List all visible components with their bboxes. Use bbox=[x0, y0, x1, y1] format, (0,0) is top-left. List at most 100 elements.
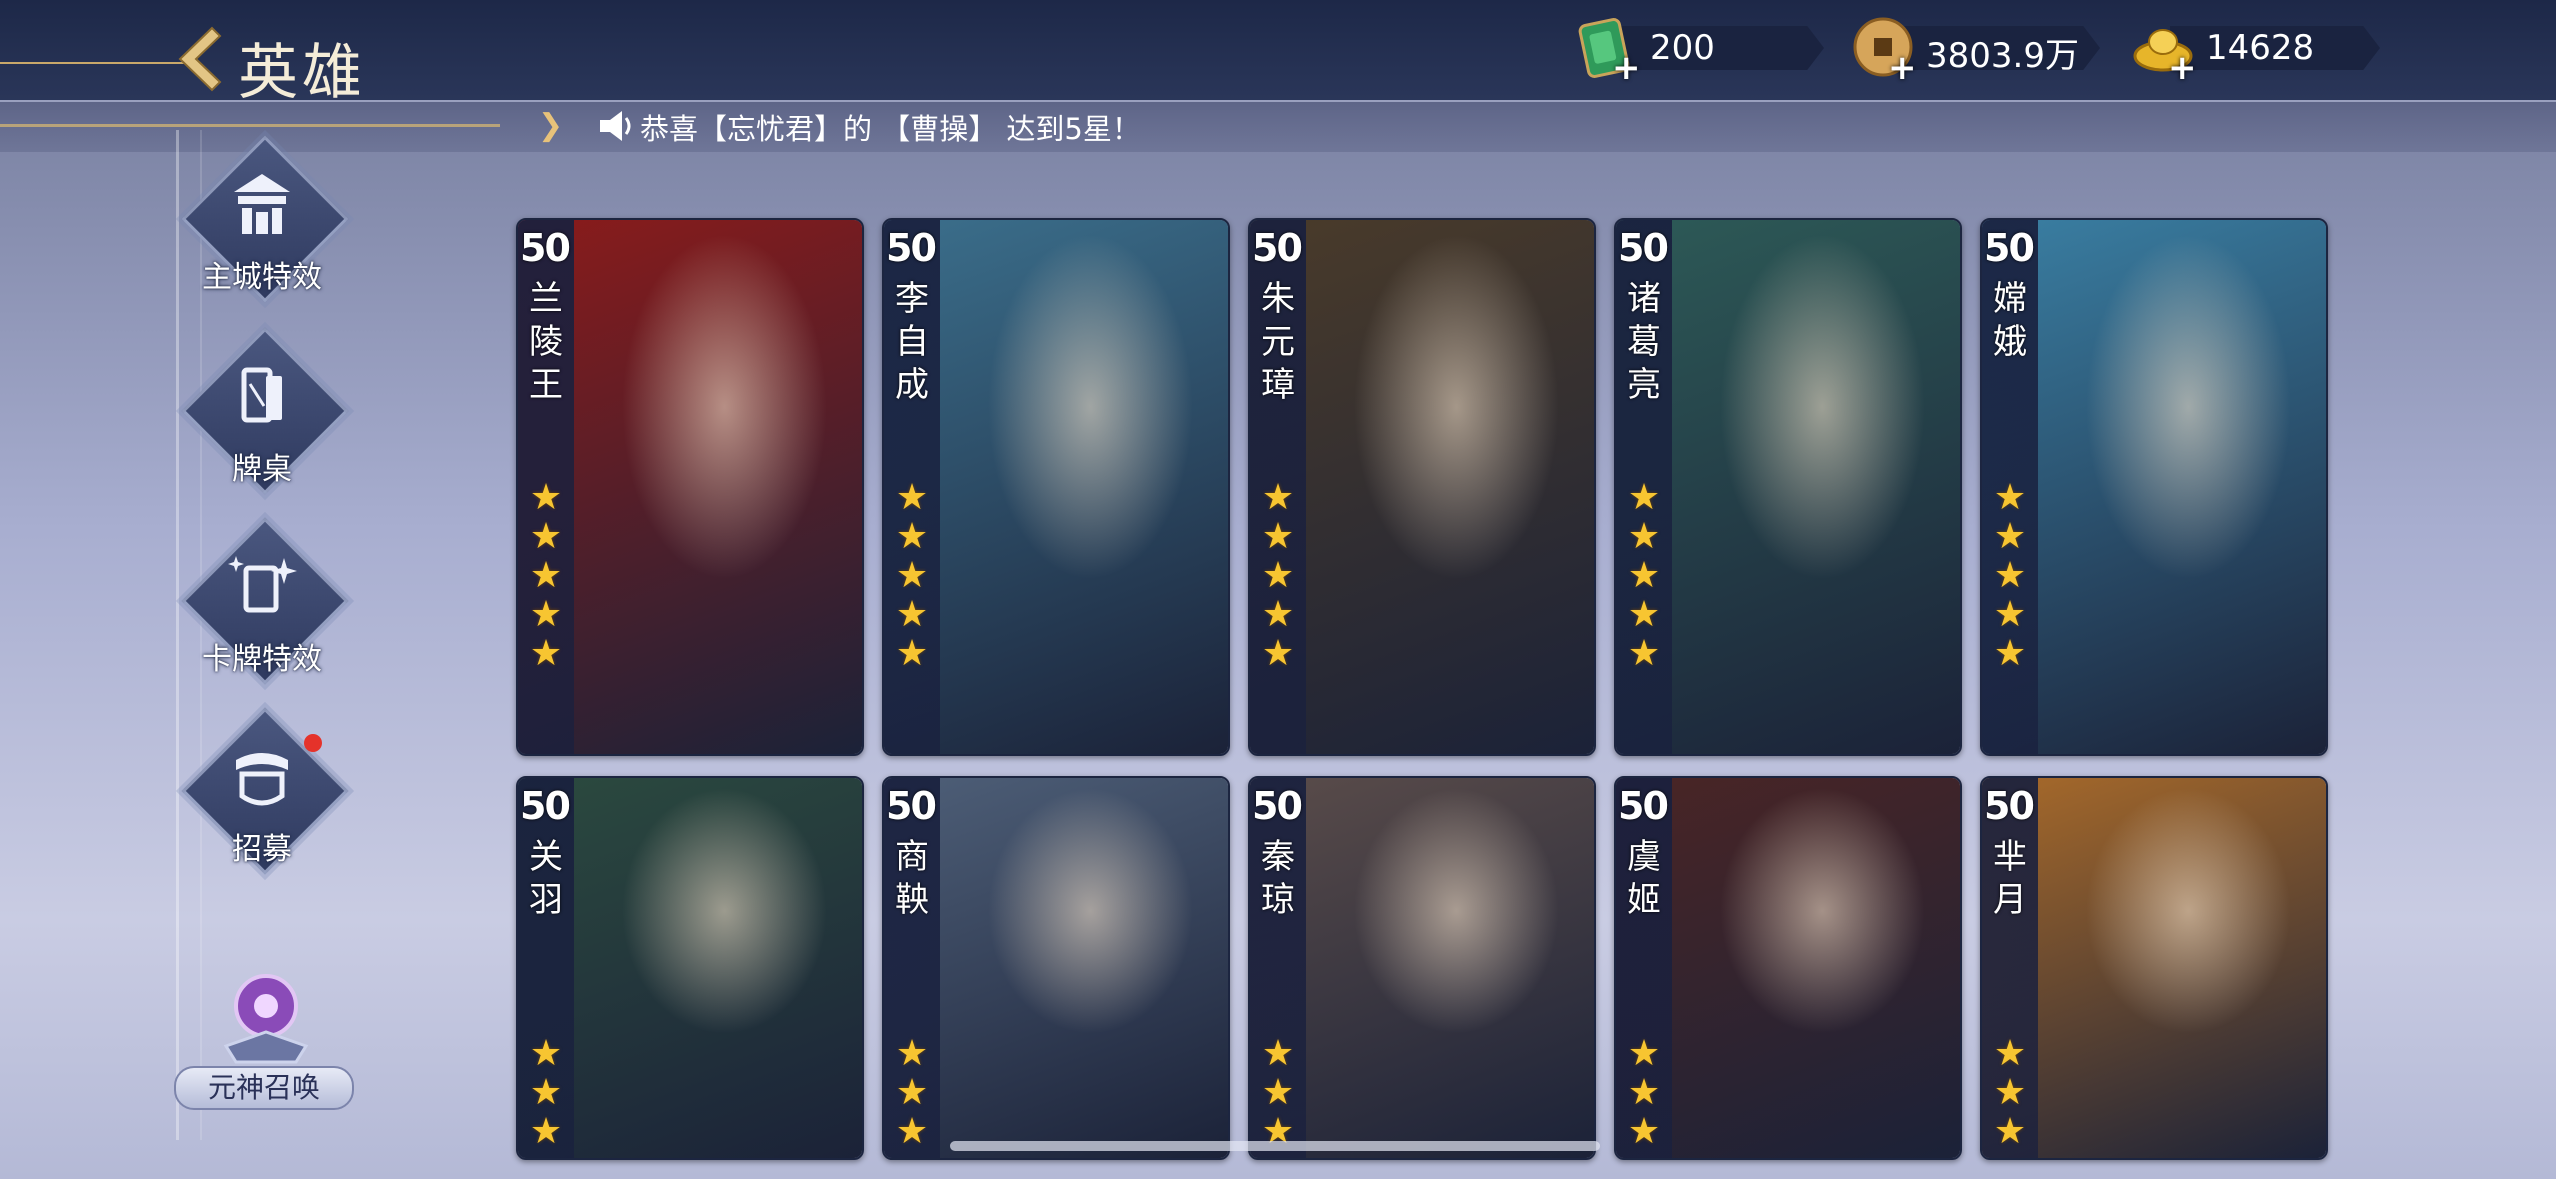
hero-stars: ★ ★ ★ ★ ★ bbox=[892, 478, 932, 673]
hero-level: 50 bbox=[1618, 784, 1669, 828]
hero-level: 50 bbox=[1252, 784, 1303, 828]
add-icon[interactable]: + bbox=[1612, 48, 1641, 88]
star-icon: ★ bbox=[1993, 1072, 2027, 1113]
hero-level: 50 bbox=[1984, 784, 2035, 828]
star-icon: ★ bbox=[1627, 633, 1661, 674]
city-gate-icon bbox=[234, 174, 290, 234]
star-icon: ★ bbox=[1261, 594, 1295, 635]
hero-name: 朱 元 璋 bbox=[1261, 279, 1295, 405]
add-icon[interactable]: + bbox=[1888, 48, 1917, 88]
star-icon: ★ bbox=[1993, 516, 2027, 557]
scrollbar[interactable] bbox=[950, 1141, 1600, 1151]
star-icon: ★ bbox=[895, 516, 929, 557]
hero-level: 50 bbox=[1984, 226, 2035, 270]
hero-name: 关 羽 bbox=[529, 837, 563, 920]
star-icon: ★ bbox=[529, 477, 563, 518]
speaker-icon bbox=[600, 111, 631, 141]
divider bbox=[0, 100, 2556, 102]
chevron-left-icon bbox=[178, 26, 222, 92]
hero-name: 秦 琼 bbox=[1261, 837, 1295, 920]
hero-stars: ★ ★ ★ bbox=[892, 1034, 932, 1151]
recruit-banner-icon bbox=[236, 753, 288, 806]
star-icon: ★ bbox=[895, 633, 929, 674]
star-icon: ★ bbox=[1261, 477, 1295, 518]
hero-level: 50 bbox=[520, 784, 571, 828]
star-icon: ★ bbox=[529, 1111, 563, 1152]
hero-level: 50 bbox=[520, 226, 571, 270]
hero-stars: ★ ★ ★ ★ ★ bbox=[526, 478, 566, 673]
star-icon: ★ bbox=[1627, 594, 1661, 635]
currency-copper[interactable]: + 3803.9万 bbox=[1850, 17, 2100, 88]
hero-stars: ★ ★ ★ ★ ★ bbox=[1990, 478, 2030, 673]
add-icon[interactable]: + bbox=[2168, 48, 2197, 88]
hero-card[interactable]: 50 芈 月 ★ ★ ★ bbox=[1980, 776, 2328, 1160]
star-icon: ★ bbox=[895, 1072, 929, 1113]
title-decor-line bbox=[0, 62, 200, 64]
card-table-icon bbox=[241, 367, 282, 423]
star-icon: ★ bbox=[895, 555, 929, 596]
hero-card[interactable]: 50 关 羽 ★ ★ ★ bbox=[516, 776, 864, 1160]
hero-level: 50 bbox=[886, 784, 937, 828]
announcement-text: 恭喜【忘忧君】的 【曹操】 达到5星！ bbox=[640, 112, 1141, 146]
hero-card[interactable]: 50 诸 葛 亮 ★ ★ ★ ★ ★ bbox=[1614, 218, 1962, 756]
hero-stars: ★ ★ ★ bbox=[526, 1034, 566, 1151]
hero-level: 50 bbox=[1618, 226, 1669, 270]
hero-card[interactable]: 50 虞 姬 ★ ★ ★ bbox=[1614, 776, 1962, 1160]
star-icon: ★ bbox=[529, 1033, 563, 1074]
hero-card[interactable]: 50 秦 琼 ★ ★ ★ bbox=[1248, 776, 1596, 1160]
star-icon: ★ bbox=[529, 1072, 563, 1113]
hero-name: 兰 陵 王 bbox=[529, 279, 563, 405]
star-icon: ★ bbox=[529, 555, 563, 596]
hero-name: 虞 姬 bbox=[1627, 837, 1661, 920]
hero-name: 李 自 成 bbox=[895, 279, 929, 405]
star-icon: ★ bbox=[1261, 555, 1295, 596]
star-icon: ★ bbox=[1261, 633, 1295, 674]
sidebar-item-city-effects[interactable]: 主城特效 bbox=[178, 135, 349, 318]
currency-jade[interactable]: + 200 bbox=[1574, 18, 1824, 88]
jade-amount: 200 bbox=[1650, 28, 1715, 68]
star-icon: ★ bbox=[895, 477, 929, 518]
summon-orb-icon bbox=[223, 974, 309, 1064]
hero-card[interactable]: 50 朱 元 璋 ★ ★ ★ ★ ★ bbox=[1248, 218, 1596, 756]
star-icon: ★ bbox=[529, 633, 563, 674]
spirit-summon-button[interactable]: 元神召唤 bbox=[170, 962, 360, 1112]
star-icon: ★ bbox=[895, 1033, 929, 1074]
star-icon: ★ bbox=[1261, 516, 1295, 557]
hero-card[interactable]: 50 兰 陵 王 ★ ★ ★ ★ ★ bbox=[516, 218, 864, 756]
star-icon: ★ bbox=[1627, 1033, 1661, 1074]
hero-card[interactable]: 50 李 自 成 ★ ★ ★ ★ ★ bbox=[882, 218, 1230, 756]
sidebar-item-label: 卡牌特效 bbox=[202, 642, 322, 677]
star-icon: ★ bbox=[1627, 516, 1661, 557]
hero-card[interactable]: 50 商 鞅 ★ ★ ★ bbox=[882, 776, 1230, 1160]
sidebar-item-label: 牌桌 bbox=[232, 452, 292, 487]
card-sparkle-icon bbox=[228, 556, 297, 613]
hero-name: 嫦 娥 bbox=[1993, 279, 2027, 362]
gold-amount: 14628 bbox=[2206, 28, 2315, 68]
hero-name: 商 鞅 bbox=[895, 837, 929, 920]
back-button[interactable] bbox=[172, 24, 222, 94]
hero-stars: ★ ★ ★ bbox=[1258, 1034, 1298, 1151]
star-icon: ★ bbox=[895, 594, 929, 635]
hero-name: 诸 葛 亮 bbox=[1627, 279, 1661, 405]
star-icon: ★ bbox=[1993, 1111, 2027, 1152]
star-icon: ★ bbox=[1993, 1033, 2027, 1074]
sidebar-item-recruit[interactable]: 招募 bbox=[178, 707, 349, 890]
star-icon: ★ bbox=[529, 516, 563, 557]
announcement-decor-line bbox=[0, 124, 500, 127]
sidebar-item-card-effects[interactable]: 卡牌特效 bbox=[178, 517, 349, 700]
sidebar-item-label: 主城特效 bbox=[202, 260, 322, 295]
star-icon: ★ bbox=[1261, 1072, 1295, 1113]
hero-card[interactable]: 50 嫦 娥 ★ ★ ★ ★ ★ bbox=[1980, 218, 2328, 756]
notification-badge bbox=[304, 734, 322, 752]
copper-amount: 3803.9万 bbox=[1926, 36, 2079, 76]
hero-stars: ★ ★ ★ bbox=[1990, 1034, 2030, 1151]
star-icon: ★ bbox=[895, 1111, 929, 1152]
sidebar-item-card-table[interactable]: 牌桌 bbox=[178, 327, 349, 510]
summon-label: 元神召唤 bbox=[174, 1066, 354, 1110]
hero-level: 50 bbox=[886, 226, 937, 270]
sidebar-item-label: 招募 bbox=[232, 832, 292, 867]
star-icon: ★ bbox=[1627, 477, 1661, 518]
page-title: 英雄 bbox=[238, 38, 366, 108]
star-icon: ★ bbox=[1627, 1072, 1661, 1113]
currency-gold[interactable]: + 14628 bbox=[2130, 22, 2380, 88]
